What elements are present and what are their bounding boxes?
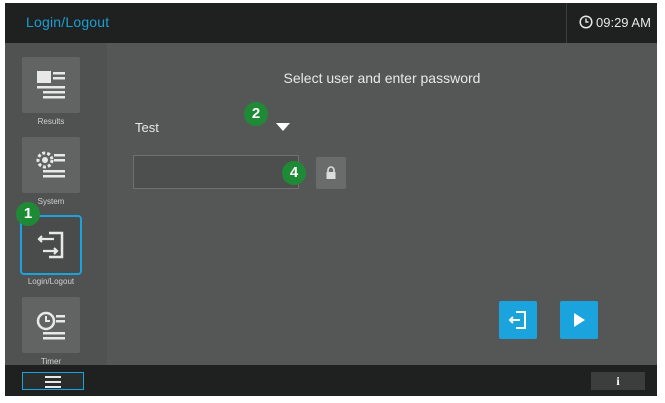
hamburger-menu-icon — [45, 376, 61, 388]
bottom-bar: i — [5, 365, 657, 396]
login-button[interactable] — [560, 301, 598, 339]
user-select[interactable]: Test — [135, 120, 159, 135]
login-logout-icon — [37, 231, 64, 259]
top-bar: Login/Logout 09:29 AM — [5, 3, 657, 43]
sidebar-item-login-logout[interactable]: Login/Logout — [13, 215, 89, 286]
password-field[interactable] — [133, 155, 299, 189]
clock-time: 09:29 AM — [596, 15, 651, 30]
clock-icon — [579, 15, 593, 29]
sidebar-tile — [22, 57, 80, 113]
sidebar-tile — [22, 297, 80, 353]
callout-badge: 2 — [244, 102, 268, 126]
callout-badge: 4 — [282, 161, 306, 185]
system-settings-icon — [36, 151, 65, 178]
sidebar-tile — [22, 137, 80, 193]
menu-button[interactable] — [22, 372, 84, 390]
logout-button[interactable] — [499, 301, 537, 339]
callout-badge: 1 — [16, 202, 40, 226]
clock-area: 09:29 AM — [566, 3, 657, 43]
device-screen: Login/Logout 09:29 AM Results System Log… — [5, 3, 657, 396]
lock-icon — [326, 166, 336, 179]
chevron-down-icon[interactable] — [276, 123, 290, 131]
sidebar-item-label: Login/Logout — [27, 277, 75, 286]
timer-icon — [36, 311, 65, 340]
main-panel: Select user and enter password Test — [107, 43, 657, 365]
logout-icon — [508, 311, 526, 329]
sidebar-item-system[interactable]: System — [13, 137, 89, 206]
login-prompt: Select user and enter password — [283, 70, 481, 86]
play-icon — [574, 313, 585, 327]
results-icon — [37, 71, 65, 99]
sidebar-item-label: Results — [37, 117, 65, 126]
info-button[interactable]: i — [591, 372, 645, 390]
sidebar-item-results[interactable]: Results — [13, 57, 89, 126]
page-title: Login/Logout — [26, 14, 110, 30]
sidebar-item-timer[interactable]: Timer — [13, 297, 89, 366]
lock-button[interactable] — [316, 157, 346, 189]
